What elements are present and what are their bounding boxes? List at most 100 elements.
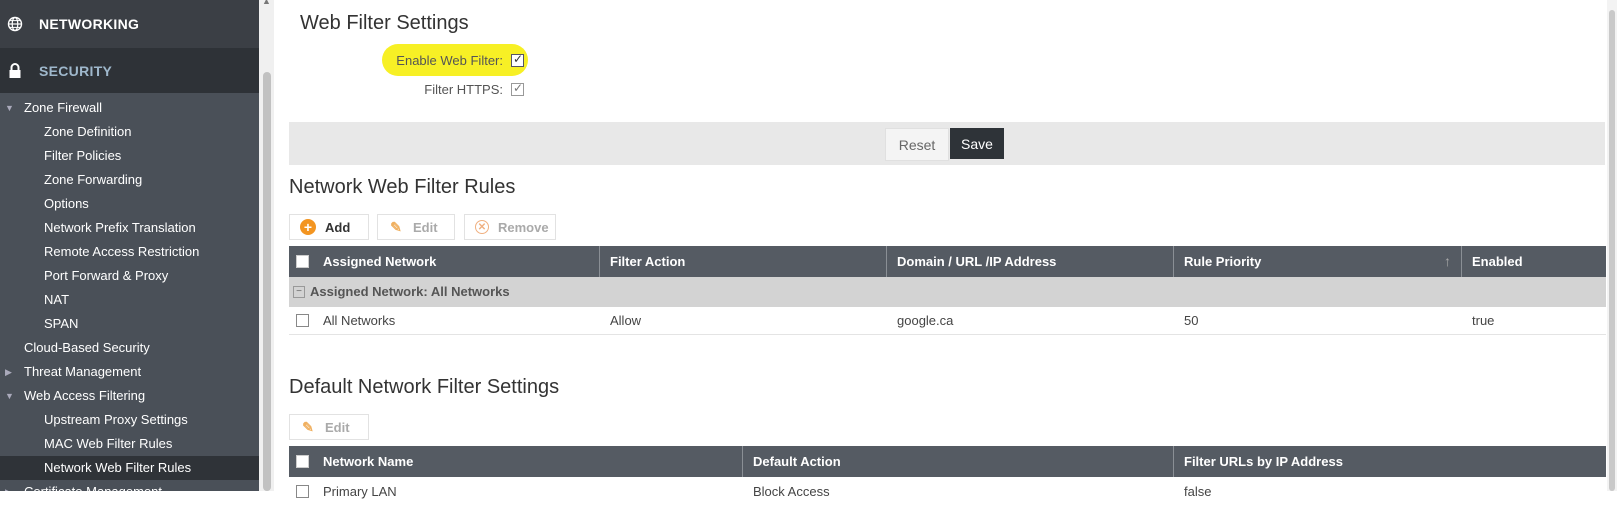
sidebar-item-cloud-based-security[interactable]: Cloud-Based Security [0, 336, 259, 360]
check-icon: ✓ [513, 81, 524, 95]
sidebar-item-label: Port Forward & Proxy [44, 268, 169, 283]
cell-network-name: Primary LAN [323, 484, 397, 499]
col-network-name[interactable]: Network Name [313, 446, 733, 477]
caret-down-icon[interactable]: ▼ [5, 384, 14, 408]
table-row[interactable]: All Networks Allow google.ca 50 true [289, 307, 1606, 335]
cell-filter-ip: false [1184, 484, 1212, 499]
edit-default-button[interactable]: ✎ Edit [289, 414, 369, 440]
cell-default-action: Block Access [753, 484, 830, 499]
col-default-action[interactable]: Default Action [742, 446, 1172, 477]
table-row[interactable]: Primary LAN Block Access false [289, 478, 1606, 505]
sidebar-item-network-web-filter-rules[interactable]: Network Web Filter Rules [0, 456, 259, 480]
sidebar-item-label: Zone Firewall [24, 100, 103, 115]
sidebar-item-options[interactable]: Options [0, 192, 259, 216]
scrollbar-thumb[interactable] [263, 72, 271, 491]
edit-label: Edit [413, 219, 438, 235]
cell-action: Allow [610, 313, 642, 328]
sidebar-item-port-forward-proxy[interactable]: Port Forward & Proxy [0, 264, 259, 288]
sidebar-item-label: Certificate Management [24, 484, 162, 491]
sidebar-item-threat-management[interactable]: ▶ Threat Management [0, 360, 259, 384]
row-checkbox[interactable] [296, 485, 309, 498]
nav-networking[interactable]: NETWORKING [0, 0, 259, 48]
reset-button[interactable]: Reset [885, 128, 949, 161]
rules-title: Network Web Filter Rules [289, 176, 516, 198]
col-filter-action[interactable]: Filter Action [599, 246, 886, 277]
sidebar-item-remote-access-restriction[interactable]: Remote Access Restriction [0, 240, 259, 264]
filter-https-label: Filter HTTPS: [424, 82, 503, 97]
row-checkbox[interactable] [296, 314, 309, 327]
security-tree: ▼ Zone Firewall Zone Definition Filter Poli… [0, 93, 259, 491]
sidebar-item-label: Web Access Filtering [24, 388, 146, 403]
sidebar-item-filter-policies[interactable]: Filter Policies [0, 144, 259, 168]
pencil-icon: ✎ [302, 418, 314, 435]
select-all-checkbox[interactable] [296, 455, 309, 468]
add-label: Add [325, 219, 351, 235]
sidebar-item-label: NAT [44, 292, 70, 307]
col-filter-urls-by-ip[interactable]: Filter URLs by IP Address [1173, 446, 1606, 477]
sidebar-item-upstream-proxy-settings[interactable]: Upstream Proxy Settings [0, 408, 259, 432]
add-rule-button[interactable]: + Add [289, 214, 369, 240]
nav-security-label: SECURITY [39, 62, 113, 79]
sidebar-item-nat[interactable]: NAT [0, 288, 259, 312]
sidebar-item-label: Network Prefix Translation [44, 220, 196, 235]
sidebar-item-label: Options [44, 196, 89, 211]
sidebar-item-certificate-management[interactable]: ▶ Certificate Management [0, 480, 259, 491]
lock-icon [7, 62, 23, 79]
defaults-table-header: Network Name Default Action Filter URLs … [289, 446, 1606, 477]
sidebar-item-label: SPAN [44, 316, 79, 331]
sidebar-item-label: Network Web Filter Rules [44, 460, 192, 475]
col-domain[interactable]: Domain / URL /IP Address [886, 246, 1173, 277]
sidebar-item-label: MAC Web Filter Rules [44, 436, 173, 451]
filter-https-checkbox[interactable]: ✓ [511, 81, 524, 96]
page-scrollbar[interactable] [1607, 0, 1617, 491]
remove-icon: ✕ [475, 220, 489, 234]
collapse-icon[interactable]: − [293, 286, 305, 298]
sidebar-item-zone-forwarding[interactable]: Zone Forwarding [0, 168, 259, 192]
remove-rule-button[interactable]: ✕ Remove [464, 214, 556, 240]
add-icon: + [300, 219, 316, 235]
save-button[interactable]: Save [950, 128, 1004, 159]
cell-priority: 50 [1184, 313, 1199, 328]
enable-web-filter-label: Enable Web Filter: [396, 53, 503, 68]
sidebar-scrollbar[interactable]: ▲ [259, 0, 274, 491]
cell-enabled: true [1472, 313, 1495, 328]
sidebar-item-network-prefix-translation[interactable]: Network Prefix Translation [0, 216, 259, 240]
scroll-up-icon[interactable]: ▲ [262, 0, 271, 6]
nav-security[interactable]: SECURITY [0, 48, 259, 93]
col-rule-priority[interactable]: Rule Priority ↑ [1173, 246, 1461, 277]
cell-domain: google.ca [897, 313, 954, 328]
sidebar-item-label: Zone Forwarding [44, 172, 143, 187]
col-assigned-network[interactable]: Assigned Network [313, 246, 603, 277]
sidebar-item-span[interactable]: SPAN [0, 312, 259, 336]
caret-down-icon[interactable]: ▼ [5, 96, 14, 120]
globe-icon [7, 16, 23, 32]
edit-rule-button[interactable]: ✎ Edit [377, 214, 455, 240]
check-icon: ✓ [513, 52, 524, 66]
defaults-title: Default Network Filter Settings [289, 376, 560, 398]
sidebar-item-zone-firewall[interactable]: ▼ Zone Firewall [0, 96, 259, 120]
sidebar-item-label: Upstream Proxy Settings [44, 412, 188, 427]
page-scrollbar-thumb[interactable] [1609, 10, 1615, 491]
caret-right-icon[interactable]: ▶ [5, 480, 12, 491]
remove-label: Remove [498, 219, 549, 235]
sidebar-item-label: Filter Policies [44, 148, 122, 163]
group-label: Assigned Network: All Networks [310, 284, 510, 299]
sidebar-item-zone-definition[interactable]: Zone Definition [0, 120, 259, 144]
sidebar-item-mac-web-filter-rules[interactable]: MAC Web Filter Rules [0, 432, 259, 456]
select-all-checkbox[interactable] [296, 255, 309, 268]
col-rule-priority-label: Rule Priority [1184, 254, 1262, 269]
sidebar-item-label: Cloud-Based Security [24, 340, 150, 355]
cell-network: All Networks [323, 313, 396, 328]
col-enabled[interactable]: Enabled [1461, 246, 1606, 277]
rules-table-header: Assigned Network Filter Action Domain / … [289, 246, 1606, 277]
group-row[interactable]: − Assigned Network: All Networks [289, 277, 1606, 307]
enable-web-filter-checkbox[interactable]: ✓ [511, 52, 524, 67]
sidebar-item-label: Remote Access Restriction [44, 244, 200, 259]
sort-ascending-icon[interactable]: ↑ [1444, 246, 1451, 277]
edit-default-label: Edit [325, 419, 350, 435]
caret-right-icon[interactable]: ▶ [5, 360, 12, 384]
sidebar-item-web-access-filtering[interactable]: ▼ Web Access Filtering [0, 384, 259, 408]
pencil-icon: ✎ [390, 218, 402, 235]
nav-networking-label: NETWORKING [39, 16, 140, 32]
sidebar: NETWORKING SECURITY ▼ Zone Firewall Zone D… [0, 0, 259, 491]
